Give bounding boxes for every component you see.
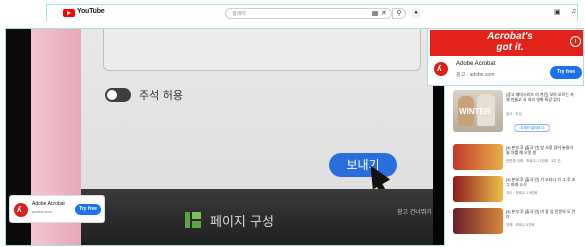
video-meta: 전만큼 미래 · 조회수 2.1만회 · 3주 전: [506, 159, 561, 163]
youtube-header: YouTube 검색어 ✕ ⚲ ● ▣ ♫: [46, 4, 578, 21]
video-meta: 국수 · 조회수 1.9만회: [506, 191, 538, 195]
page-config-label: 페이지 구성: [210, 215, 274, 230]
ad-title: Adobe Acrobat: [32, 201, 65, 207]
try-free-button[interactable]: Try free: [550, 66, 582, 79]
recommendations-list: WINTER [광고 재미시리즈 리 겨진] 모아 모르는 자제 만들고 사 지…: [450, 88, 580, 246]
video-meta: 연예 · 조회수 8천회: [506, 223, 535, 227]
video-thumbnail[interactable]: [453, 144, 503, 170]
video-title[interactable]: [4] 본부 후 [출국 안] 미 용 업 전문의 오 전 다: [506, 209, 576, 219]
ad-title: Adobe Acrobat: [456, 61, 496, 67]
in-video-ad-card[interactable]: ʎ Adobe Acrobat adobe.com Try free: [9, 195, 105, 223]
skip-ad-label[interactable]: 광고 건너뛰기: [397, 207, 432, 216]
youtube-logo-icon[interactable]: [63, 9, 75, 17]
video-meta: 광고 · 도남: [506, 112, 522, 116]
screen: YouTube 검색어 ✕ ⚲ ● ▣ ♫ 주석 허용 보내기 페이지 구성 광…: [0, 0, 585, 247]
video-thumbnail[interactable]: [453, 208, 503, 234]
thumbnail-text: WINTER: [459, 107, 491, 116]
search-icon[interactable]: ⚲: [392, 8, 406, 19]
info-icon[interactable]: i: [570, 36, 581, 47]
list-item[interactable]: [4] 본부 후 [출국 안] 기 오타니 가 그 후 조 그 미래 소식 국수…: [450, 176, 580, 204]
page-config-icon: [185, 212, 201, 228]
video-title[interactable]: [4] 본부 후 [출국 안] 기 오타니 가 그 후 조 그 미래 소식: [506, 177, 576, 187]
list-item[interactable]: [4] 본부 후 [출국 안] 미 용 업 전문의 오 전 다 연예 · 조회수…: [450, 208, 580, 236]
youtube-logo-text[interactable]: YouTube: [77, 8, 105, 15]
ad-banner-text: Acrobat's got it.: [460, 31, 560, 53]
video-player[interactable]: 주석 허용 보내기 페이지 구성 광고 건너뛰기 ▶ ʎ Adobe Acrob…: [5, 28, 445, 246]
video-title[interactable]: [광고 재미시리즈 리 겨진] 모아 모르는 자제 만들고 사 지리 영화 특강…: [506, 92, 576, 102]
learn-more-button[interactable]: 자세히 알아보기: [514, 124, 550, 132]
try-free-button[interactable]: Try free: [75, 204, 101, 215]
ad-domain: adobe.com: [32, 209, 52, 214]
video-thumbnail[interactable]: WINTER: [453, 90, 503, 132]
search-box[interactable]: 검색어 ✕: [225, 8, 392, 19]
list-item[interactable]: WINTER [광고 재미시리즈 리 겨진] 모아 모르는 자제 만들고 사 지…: [450, 90, 580, 134]
banner-line-1: Acrobat's: [487, 31, 533, 42]
microphone-icon[interactable]: ●: [411, 8, 421, 18]
sidebar-ad[interactable]: Acrobat's got it. i ʎ Adobe Acrobat 광고 ·…: [427, 28, 584, 86]
annotation-toggle: [105, 88, 131, 102]
acrobat-icon: ʎ: [14, 203, 28, 217]
search-input[interactable]: 검색어: [232, 10, 246, 17]
keyboard-icon[interactable]: [372, 11, 378, 16]
bell-icon[interactable]: ♫: [571, 8, 576, 15]
video-thumbnail[interactable]: [453, 176, 503, 202]
message-textarea: [103, 29, 421, 71]
ad-banner[interactable]: Acrobat's got it. i: [430, 30, 583, 56]
create-icon[interactable]: ▣: [554, 8, 561, 16]
ad-domain: 광고 · adobe.com: [456, 72, 495, 78]
banner-line-2: got it.: [496, 42, 524, 53]
annotation-toggle-label: 주석 허용: [139, 89, 183, 102]
acrobat-icon: ʎ: [434, 62, 448, 76]
list-item[interactable]: [4] 본부 후 [출국 안] 방 사정 있어 놓들이 될 자를 해 오맛 원 …: [450, 144, 580, 172]
video-title[interactable]: [4] 본부 후 [출국 안] 방 사정 있어 놓들이 될 자를 해 오맛 원: [506, 145, 576, 155]
close-icon[interactable]: ✕: [381, 9, 387, 17]
toggle-knob: [107, 90, 117, 100]
